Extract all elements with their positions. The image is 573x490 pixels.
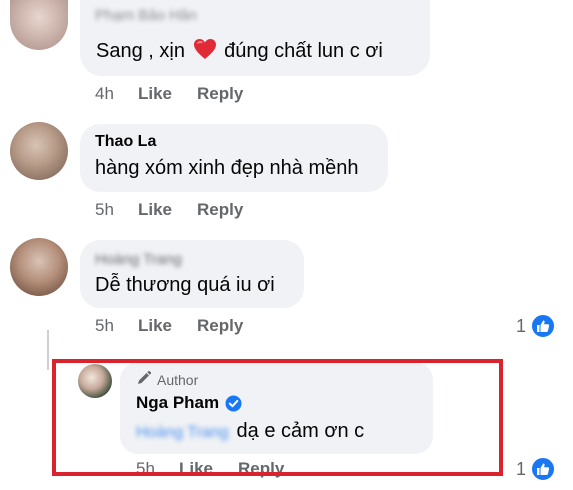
comment-text: Dễ thương quá iu ơi xyxy=(95,274,275,296)
comment-author-name[interactable]: Hoàng Trang xyxy=(95,251,182,268)
avatar[interactable] xyxy=(10,0,68,50)
like-button[interactable]: Like xyxy=(138,200,172,220)
thumbs-up-icon xyxy=(530,456,557,482)
reply-button[interactable]: Reply xyxy=(197,200,243,220)
avatar[interactable] xyxy=(10,238,68,296)
reaction-count[interactable]: 1 xyxy=(516,456,557,482)
reaction-count[interactable]: 1 xyxy=(516,313,557,339)
comment-timestamp[interactable]: 4h xyxy=(95,84,114,104)
comment-text: hàng xóm xinh đẹp nhà mềnh xyxy=(95,157,359,179)
highlight-box xyxy=(52,359,503,476)
comment-text-part: Sang , xịn xyxy=(96,40,185,62)
comment-text-part: đúng chất lun c ơi xyxy=(224,40,383,62)
reply-button[interactable]: Reply xyxy=(197,316,243,336)
thumbs-up-icon xyxy=(530,313,557,339)
reaction-count-label: 1 xyxy=(516,458,527,479)
red-heart-icon xyxy=(193,38,217,66)
like-button[interactable]: Like xyxy=(138,316,172,336)
comment-author-name[interactable]: Thao La xyxy=(95,133,156,151)
comment-author-name[interactable]: Phạm Bảo Hân xyxy=(95,7,197,24)
comment-timestamp[interactable]: 5h xyxy=(95,316,114,336)
comment-timestamp[interactable]: 5h xyxy=(95,200,114,220)
comment-text: Sang , xịn đúng chất lun c ơi xyxy=(96,38,383,66)
thread-line xyxy=(47,330,49,370)
reply-button[interactable]: Reply xyxy=(197,84,243,104)
reaction-count-label: 1 xyxy=(516,315,527,336)
avatar[interactable] xyxy=(10,122,68,180)
like-button[interactable]: Like xyxy=(138,84,172,104)
